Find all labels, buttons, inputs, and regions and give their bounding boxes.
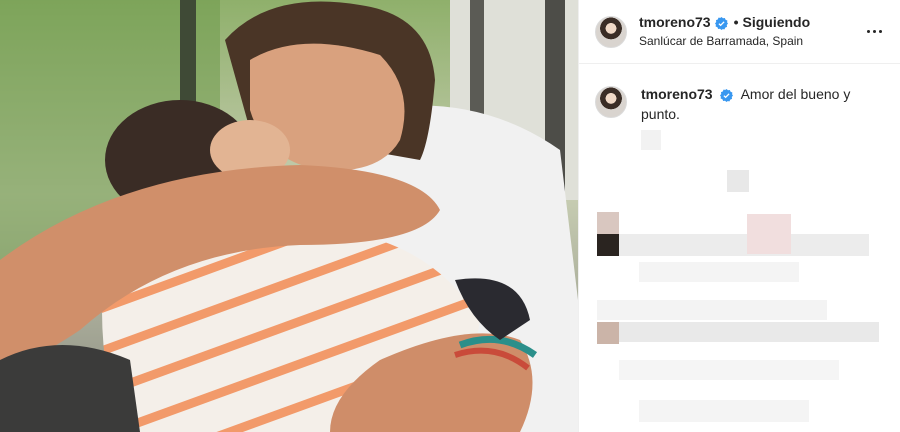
caption-username[interactable]: tmoreno73 [641, 86, 713, 102]
post-sidebar: tmoreno73 • Siguiendo Sanlúcar de Barram… [578, 0, 900, 432]
caption-row: tmoreno73 Amor del bueno y punto. [579, 64, 900, 124]
pixel-block [639, 262, 799, 282]
pixel-block [727, 170, 749, 192]
avatar[interactable] [595, 15, 627, 48]
pixel-block [597, 212, 619, 234]
header-row: tmoreno73 • Siguiendo [639, 14, 862, 32]
pixel-block [597, 234, 619, 256]
pixel-block [597, 300, 827, 320]
location-link[interactable]: Sanlúcar de Barramada, Spain [639, 34, 862, 49]
pixel-block [619, 234, 869, 256]
caption-avatar[interactable] [595, 86, 627, 118]
pixel-block [597, 322, 619, 344]
post-header: tmoreno73 • Siguiendo Sanlúcar de Barram… [579, 0, 900, 64]
following-button[interactable]: Siguiendo [742, 14, 810, 32]
pixel-block [619, 360, 839, 380]
pixel-block [641, 130, 661, 150]
username-link[interactable]: tmoreno73 [639, 14, 711, 32]
more-dot [878, 30, 882, 33]
pixel-block [747, 214, 791, 254]
verified-badge-icon [714, 16, 728, 30]
more-options-icon[interactable] [862, 20, 886, 44]
more-dot [872, 30, 876, 33]
post-photo[interactable] [0, 0, 578, 432]
more-dot [866, 30, 870, 33]
instagram-post: tmoreno73 • Siguiendo Sanlúcar de Barram… [0, 0, 900, 432]
caption-text-block: tmoreno73 Amor del bueno y punto. [641, 84, 881, 124]
pixel-block [619, 322, 879, 342]
photo-mother-hugging-child [0, 0, 578, 432]
verified-badge-icon [720, 88, 734, 102]
separator-dot: • [733, 14, 739, 31]
pixel-block [639, 400, 809, 422]
header-text: tmoreno73 • Siguiendo Sanlúcar de Barram… [639, 14, 862, 49]
